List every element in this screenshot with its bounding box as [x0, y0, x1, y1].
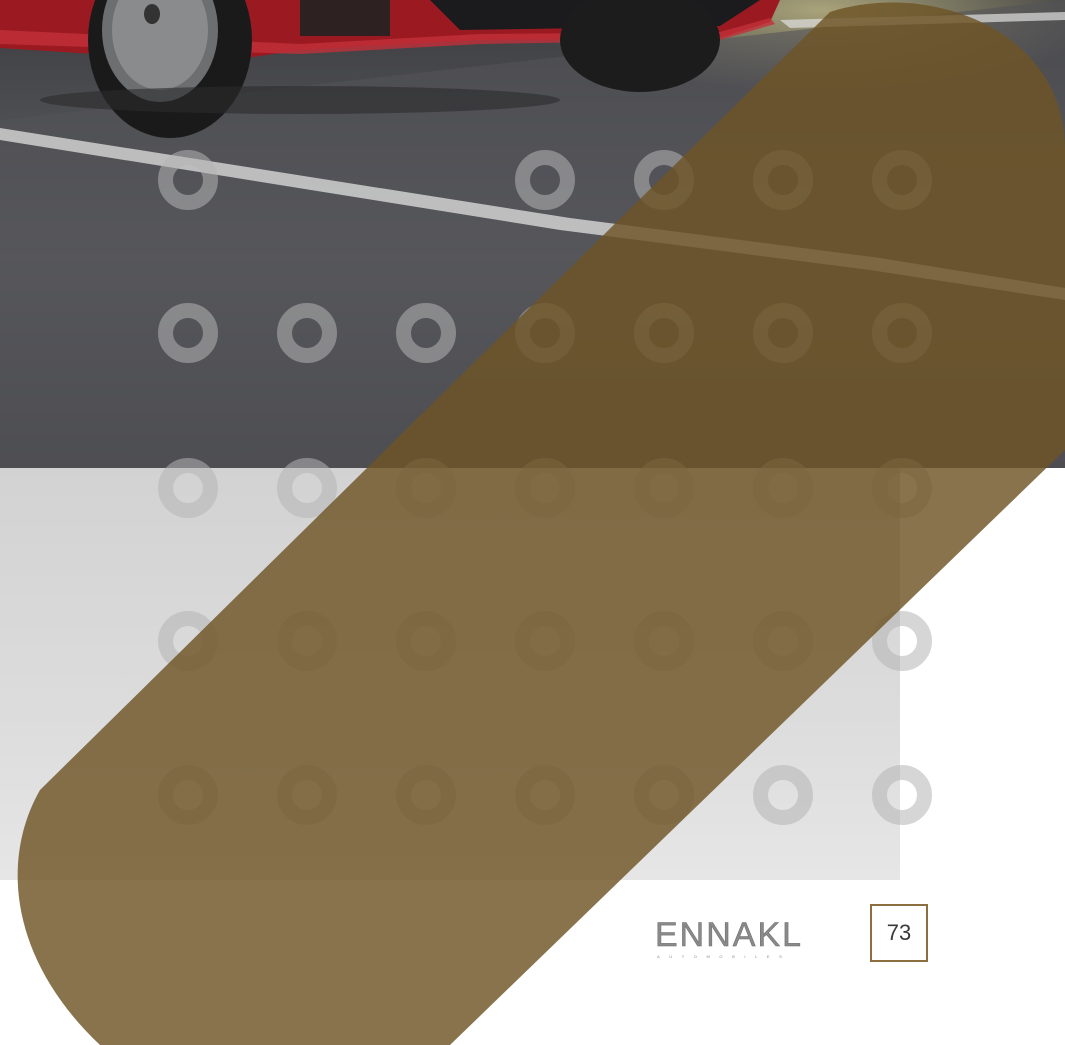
decorative-dot: [634, 458, 694, 518]
decorative-dot: [753, 150, 813, 210]
decorative-dot: [396, 765, 456, 825]
decorative-dot: [515, 458, 575, 518]
decorative-dot: [634, 150, 694, 210]
decorative-dot: [753, 765, 813, 825]
ennakl-logo: ENNAKL AUTOMOBILES: [655, 916, 835, 959]
decorative-dot: [396, 303, 456, 363]
decorative-dot: [515, 303, 575, 363]
decorative-dot: [277, 303, 337, 363]
decorative-dot: [753, 458, 813, 518]
page-number-box: 73: [870, 904, 928, 962]
car-photo-illustration: [0, 0, 1065, 468]
logo-wordmark: ENNAKL: [655, 916, 804, 954]
decorative-dot: [634, 303, 694, 363]
decorative-dot: [515, 150, 575, 210]
decorative-dot: [872, 611, 932, 671]
decorative-dot: [872, 458, 932, 518]
decorative-dot: [277, 458, 337, 518]
decorative-dot: [872, 303, 932, 363]
decorative-dot: [872, 765, 932, 825]
page-number: 73: [886, 920, 912, 945]
decorative-dot: [158, 611, 218, 671]
decorative-dot: [158, 458, 218, 518]
decorative-dot: [634, 765, 694, 825]
decorative-dot: [158, 765, 218, 825]
decorative-dot: [515, 765, 575, 825]
decorative-dot: [634, 611, 694, 671]
car-photo: [0, 0, 1065, 468]
brochure-page: ENNAKL AUTOMOBILES 73: [0, 0, 1065, 1045]
decorative-dot: [158, 303, 218, 363]
decorative-dot: [515, 611, 575, 671]
decorative-dot: [753, 303, 813, 363]
decorative-dot: [396, 458, 456, 518]
decorative-dot: [753, 611, 813, 671]
decorative-dot: [277, 765, 337, 825]
decorative-dot: [396, 611, 456, 671]
decorative-dot: [872, 150, 932, 210]
decorative-dot: [277, 611, 337, 671]
logo-subtext: AUTOMOBILES: [657, 954, 792, 959]
decorative-dot: [158, 150, 218, 210]
